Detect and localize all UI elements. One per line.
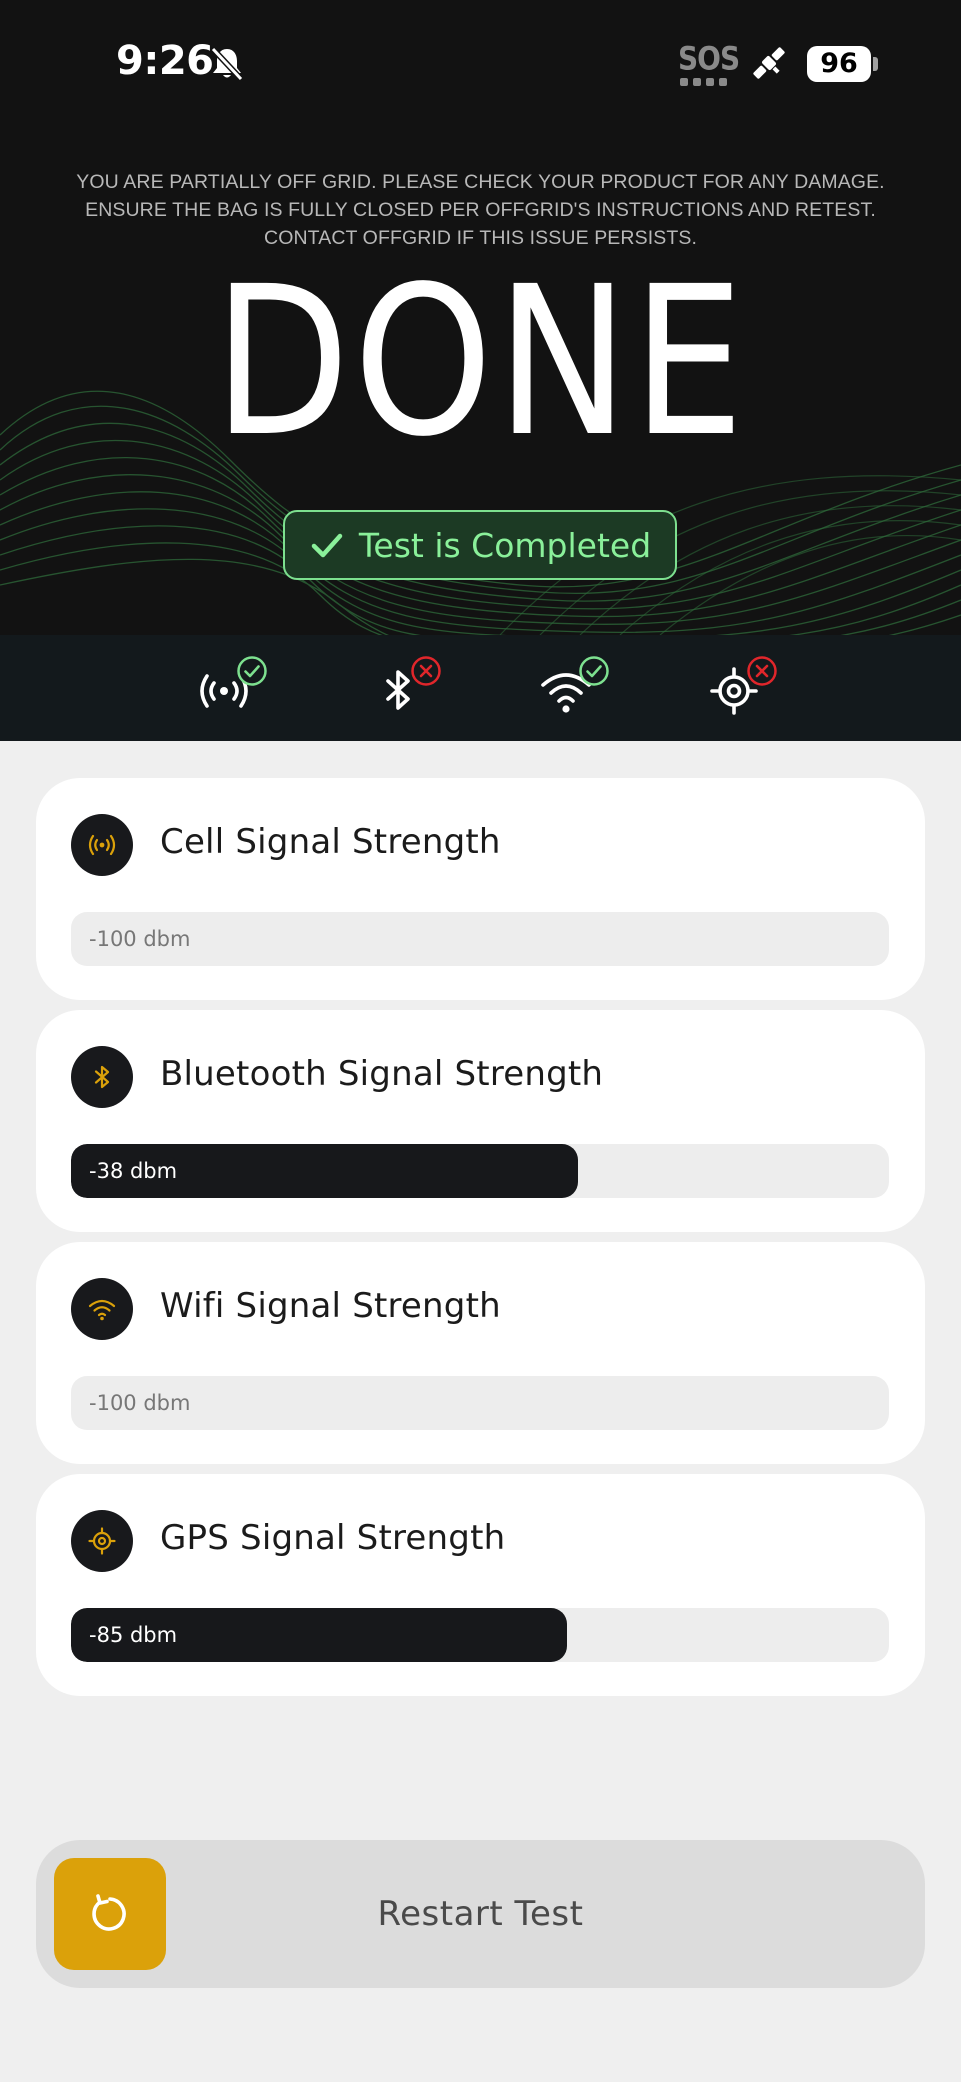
wifi-signal-title: Wifi Signal Strength	[160, 1286, 501, 1326]
test-completed-badge: Test is Completed	[283, 510, 677, 580]
restart-test-bar[interactable]: Restart Test	[36, 1840, 925, 1988]
warning-line: ENSURE THE BAG IS FULLY CLOSED PER OFFGR…	[85, 199, 876, 221]
bell-off-icon	[210, 46, 244, 82]
gps-signal-card: GPS Signal Strength -85 dbm	[36, 1474, 925, 1696]
cell-status	[196, 655, 276, 721]
cell-signal-meter: -100 dbm	[71, 912, 889, 966]
wifi-status	[538, 655, 618, 721]
fail-x-badge-icon	[747, 656, 777, 686]
sos-signal-dots	[680, 78, 727, 86]
restart-test-label[interactable]: Restart Test	[36, 1840, 925, 1988]
bluetooth-status	[370, 655, 450, 721]
status-bar: 9:26 SOS 96	[0, 0, 961, 130]
gps-signal-title: GPS Signal Strength	[160, 1518, 506, 1558]
bluetooth-signal-title: Bluetooth Signal Strength	[160, 1054, 604, 1094]
cell-signal-title: Cell Signal Strength	[160, 822, 501, 862]
pass-check-badge-icon	[237, 656, 267, 686]
gps-signal-value: -85 dbm	[89, 1623, 178, 1647]
test-completed-label: Test is Completed	[358, 525, 652, 565]
bluetooth-signal-value: -38 dbm	[89, 1159, 178, 1183]
cell-signal-icon	[71, 814, 133, 876]
gps-icon	[71, 1510, 133, 1572]
warning-line: YOU ARE PARTIALLY OFF GRID. PLEASE CHECK…	[76, 171, 885, 193]
check-icon	[311, 533, 343, 558]
result-title: DONE	[213, 242, 748, 482]
restart-test-button[interactable]	[54, 1858, 166, 1970]
wifi-signal-card: Wifi Signal Strength -100 dbm	[36, 1242, 925, 1464]
gps-status	[706, 655, 786, 721]
pass-check-badge-icon	[579, 656, 609, 686]
cell-signal-value: -100 dbm	[89, 927, 191, 951]
cell-signal-card: Cell Signal Strength -100 dbm	[36, 778, 925, 1000]
bluetooth-signal-meter: -38 dbm	[71, 1144, 889, 1198]
refresh-icon	[92, 1894, 126, 1931]
wifi-signal-meter: -100 dbm	[71, 1376, 889, 1430]
fail-x-badge-icon	[411, 656, 441, 686]
offgrid-warning-message: YOU ARE PARTIALLY OFF GRID. PLEASE CHECK…	[30, 168, 931, 252]
sos-indicator: SOS	[678, 39, 740, 78]
clock-time: 9:26	[116, 38, 214, 84]
wifi-icon	[71, 1278, 133, 1340]
bluetooth-icon	[71, 1046, 133, 1108]
signal-test-screen: 9:26 SOS 96 YOU ARE PARTIALLY OFF GRID. …	[0, 0, 961, 2082]
signal-status-strip	[0, 635, 961, 741]
battery-cap	[873, 57, 878, 71]
gps-signal-meter: -85 dbm	[71, 1608, 889, 1662]
satellite-icon	[753, 47, 785, 79]
wifi-signal-value: -100 dbm	[89, 1391, 191, 1415]
bluetooth-signal-card: Bluetooth Signal Strength -38 dbm	[36, 1010, 925, 1232]
battery-level: 96	[807, 46, 871, 82]
results-header: 9:26 SOS 96 YOU ARE PARTIALLY OFF GRID. …	[0, 0, 961, 635]
